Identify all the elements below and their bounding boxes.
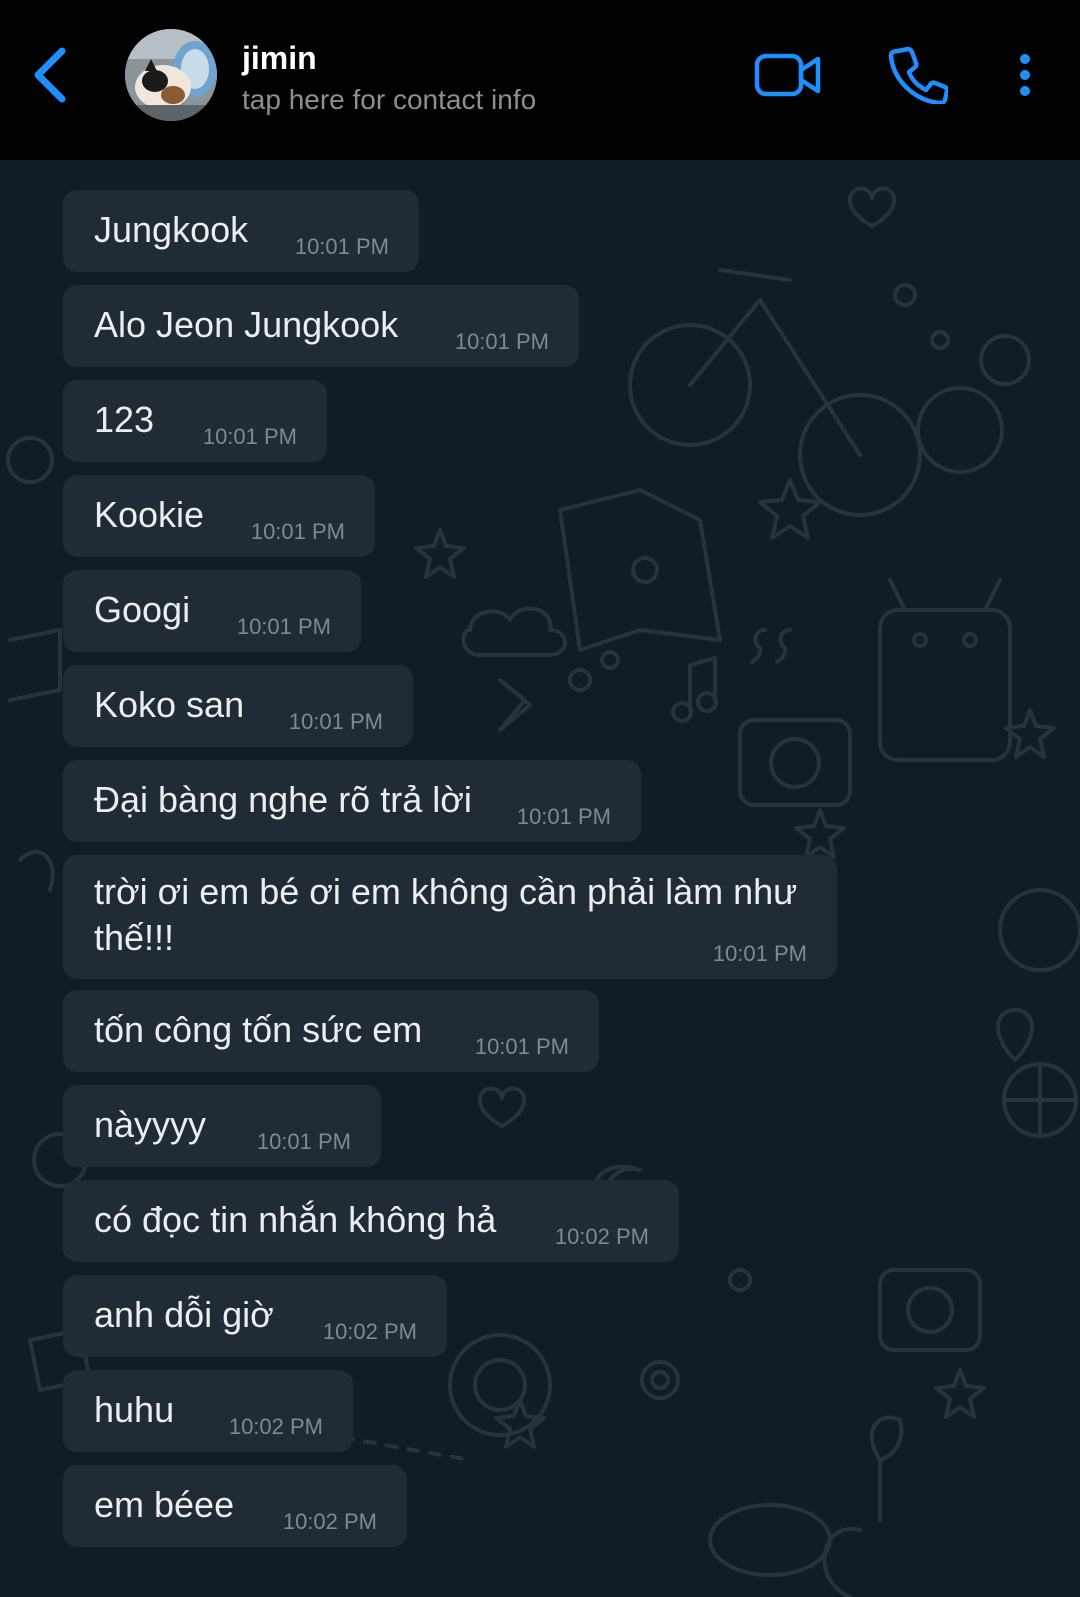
- message-timestamp: 10:01 PM: [516, 804, 611, 829]
- message-text: trời ơi em bé ơi em không cần phải làm n…: [94, 871, 798, 912]
- message-timestamp: 10:01 PM: [202, 424, 297, 449]
- contact-name: jimin: [242, 40, 317, 76]
- message-timestamp: 10:02 PM: [228, 1414, 323, 1439]
- chevron-left-icon: [34, 47, 66, 103]
- message-bubble[interactable]: Đại bàng nghe rõ trả lời 10:01 PM: [63, 760, 641, 842]
- message-text: 123: [94, 399, 155, 440]
- message-text: em béee: [94, 1484, 235, 1525]
- contact-info[interactable]: jimin tap here for contact info: [242, 34, 682, 129]
- message-text: Koko san: [94, 684, 245, 725]
- message-text: thế!!!: [94, 917, 175, 958]
- video-call-button[interactable]: [748, 40, 828, 110]
- message-bubble[interactable]: nàyyyy 10:01 PM: [63, 1085, 381, 1167]
- message-bubble[interactable]: em béee 10:02 PM: [63, 1465, 407, 1547]
- avatar-photo: [125, 29, 217, 121]
- contact-subtitle: tap here for contact info: [242, 84, 537, 115]
- message-bubble[interactable]: Alo Jeon Jungkook 10:01 PM: [63, 285, 579, 367]
- more-options-button[interactable]: [1005, 40, 1045, 110]
- message-bubble[interactable]: Googi 10:01 PM: [63, 570, 361, 652]
- chat-area[interactable]: Jungkook 10:01 PM Alo Jeon Jungkook 10:0…: [0, 160, 1080, 1597]
- video-camera-icon: [754, 53, 821, 97]
- message-text: Jungkook: [94, 209, 249, 250]
- message-text: Googi: [94, 589, 191, 630]
- message-text: nàyyyy: [94, 1104, 207, 1145]
- message-timestamp: 10:01 PM: [250, 519, 345, 544]
- message-timestamp: 10:01 PM: [474, 1034, 569, 1059]
- message-bubble[interactable]: Kookie 10:01 PM: [63, 475, 375, 557]
- message-bubble[interactable]: có đọc tin nhắn không hả 10:02 PM: [63, 1180, 679, 1262]
- voice-call-button[interactable]: [878, 40, 958, 110]
- message-timestamp: 10:01 PM: [294, 234, 389, 259]
- message-bubble[interactable]: Jungkook 10:01 PM: [63, 190, 419, 272]
- message-timestamp: 10:01 PM: [288, 709, 383, 734]
- message-timestamp: 10:01 PM: [256, 1129, 351, 1154]
- message-text: Đại bàng nghe rõ trả lời: [94, 779, 472, 820]
- message-text: có đọc tin nhắn không hả: [94, 1199, 497, 1240]
- message-timestamp: 10:01 PM: [454, 329, 549, 354]
- message-bubble[interactable]: Koko san 10:01 PM: [63, 665, 413, 747]
- message-text: tốn công tốn sức em: [94, 1009, 423, 1050]
- message-timestamp: 10:02 PM: [322, 1319, 417, 1344]
- message-timestamp: 10:02 PM: [554, 1224, 649, 1249]
- back-button[interactable]: [20, 40, 80, 110]
- message-timestamp: 10:01 PM: [236, 614, 331, 639]
- message-text: anh dỗi giờ: [94, 1294, 274, 1335]
- message-text: Kookie: [94, 494, 205, 535]
- message-bubble[interactable]: trời ơi em bé ơi em không cần phải làm n…: [63, 855, 837, 979]
- phone-icon: [888, 46, 948, 104]
- more-vertical-icon: [1020, 54, 1030, 96]
- message-text: huhu: [94, 1389, 175, 1430]
- message-bubble[interactable]: tốn công tốn sức em 10:01 PM: [63, 990, 599, 1072]
- message-bubble[interactable]: huhu 10:02 PM: [63, 1370, 353, 1452]
- chat-header: jimin tap here for contact info: [0, 0, 1080, 160]
- message-bubble[interactable]: anh dỗi giờ 10:02 PM: [63, 1275, 447, 1357]
- message-timestamp: 10:01 PM: [712, 941, 807, 966]
- message-text: Alo Jeon Jungkook: [94, 304, 399, 345]
- avatar[interactable]: [125, 29, 217, 121]
- message-bubble[interactable]: 123 10:01 PM: [63, 380, 327, 462]
- message-timestamp: 10:02 PM: [282, 1509, 377, 1534]
